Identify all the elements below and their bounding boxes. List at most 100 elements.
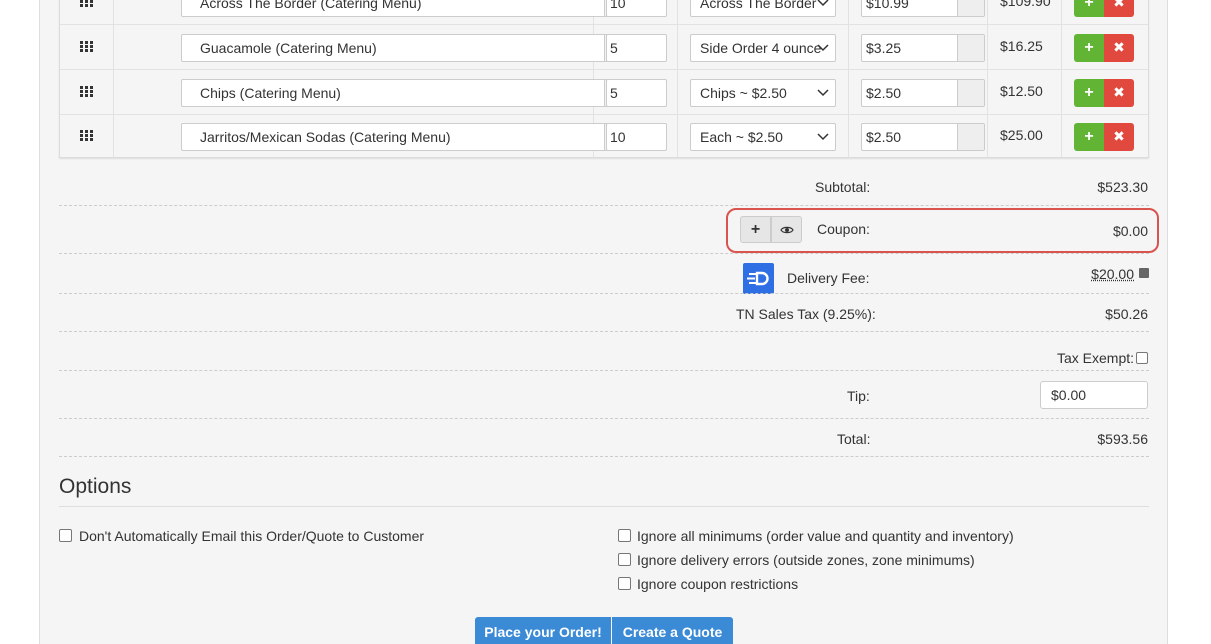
grip-dot [85,86,88,89]
price-addon [957,35,984,61]
grip-dot [80,41,83,44]
chevron-down-icon [817,84,829,100]
divider [59,205,1149,206]
remove-row-button[interactable]: ✖ [1104,123,1134,151]
unit-price-input[interactable]: $2.50 [861,79,985,107]
add-row-button[interactable]: + [1074,123,1104,151]
tax-exempt-label: Tax Exempt: [1057,350,1134,366]
no-email-checkbox[interactable] [59,529,72,542]
total-cell: $109.90 [988,0,1062,24]
ignore-minimums-checkbox[interactable] [618,529,631,542]
drag-cell [60,0,114,24]
grip-dot [80,45,83,48]
option-select-value: Each ~ $2.50 [700,129,783,145]
tax-exempt-checkbox[interactable] [1136,352,1148,364]
delivery-fee-value[interactable]: $20.00 [1091,266,1134,282]
ignore-coupon-label[interactable]: Ignore coupon restrictions [637,576,798,592]
remove-row-button[interactable]: ✖ [1104,0,1134,17]
grip-dot [85,138,88,141]
create-quote-button[interactable]: Create a Quote [612,617,733,644]
view-coupon-button[interactable] [771,216,802,243]
unit-price-value: $10.99 [866,0,909,11]
doordash-logo [743,263,774,294]
total-value: $593.56 [1097,431,1148,447]
grip-dot [85,4,88,7]
option-select[interactable]: Chips ~ $2.50 [690,79,836,107]
grip-dot [85,134,88,137]
unit-price-value: $2.50 [866,129,901,145]
divider [59,418,1149,419]
unit-price-input[interactable]: $2.50 [861,123,985,151]
quantity-input[interactable]: 5 [606,34,667,62]
unit-price-input[interactable]: $3.25 [861,34,985,62]
line-total: $25.00 [1000,127,1043,143]
grip-dot [90,130,93,133]
chevron-down-icon [817,39,829,55]
grip-dot [90,49,93,52]
table-row: Guacamole (Catering Menu) ✖ 5 Side Order… [60,25,1148,70]
ignore-minimums-label[interactable]: Ignore all minimums (order value and qua… [637,528,1014,544]
drag-cell [60,70,114,114]
edit-icon[interactable] [1139,268,1149,278]
eye-icon [780,225,794,235]
item-name-input[interactable]: Jarritos/Mexican Sodas (Catering Menu) [181,123,630,151]
add-row-button[interactable]: + [1074,0,1104,17]
grip-dot [80,134,83,137]
option-cell: Side Order 4 ounce [678,25,849,69]
total-cell: $12.50 [988,70,1062,114]
quantity-input[interactable]: 5 [606,79,667,107]
option-cell: Across The Border [678,0,849,24]
subtotal-label: Subtotal: [815,179,870,195]
option-select-value: Across The Border [700,0,816,11]
quantity-input[interactable]: 10 [606,123,667,151]
grip-dot [80,86,83,89]
subtotal-value: $523.30 [1097,179,1148,195]
total-cell: $16.25 [988,25,1062,69]
total-cell: $25.00 [988,114,1062,158]
sales-tax-label: TN Sales Tax (9.25%): [736,306,876,322]
no-email-label[interactable]: Don't Automatically Email this Order/Quo… [79,528,424,544]
divider [59,456,1149,457]
add-coupon-button[interactable]: + [740,216,771,243]
drag-grid-icon[interactable] [80,130,94,142]
drag-grid-icon[interactable] [80,0,94,8]
divider [59,293,1149,294]
doordash-icon [743,263,774,294]
name-cell: Chips (Catering Menu) ✖ [114,70,594,114]
line-total: $109.90 [1000,0,1051,9]
price-cell: $10.99 [849,0,988,24]
item-name-input[interactable]: Chips (Catering Menu) [181,79,630,107]
plus-icon: + [1084,128,1093,145]
option-cell: Each ~ $2.50 [678,114,849,158]
item-name-input[interactable]: Across The Border (Catering Menu) [181,0,630,17]
ignore-delivery-checkbox[interactable] [618,553,631,566]
price-cell: $3.25 [849,25,988,69]
add-row-button[interactable]: + [1074,79,1104,107]
plus-icon: + [1084,0,1093,11]
quantity-input[interactable]: 10 [606,0,667,17]
remove-row-button[interactable]: ✖ [1104,79,1134,107]
qty-cell: 5 [594,70,678,114]
drag-cell [60,114,114,158]
sales-tax-value: $50.26 [1105,306,1148,322]
ignore-delivery-label[interactable]: Ignore delivery errors (outside zones, z… [637,552,975,568]
unit-price-value: $3.25 [866,40,901,56]
price-cell: $2.50 [849,70,988,114]
grip-dot [80,4,83,7]
option-select[interactable]: Side Order 4 ounce [690,34,836,62]
place-order-button[interactable]: Place your Order! [475,617,611,644]
option-select[interactable]: Each ~ $2.50 [690,123,836,151]
tip-input[interactable]: $0.00 [1040,381,1148,409]
ignore-coupon-checkbox[interactable] [618,577,631,590]
option-select-value: Side Order 4 ounce [700,40,821,56]
add-row-button[interactable]: + [1074,34,1104,62]
drag-grid-icon[interactable] [80,41,94,53]
item-name-input[interactable]: Guacamole (Catering Menu) [181,34,630,62]
unit-price-input[interactable]: $10.99 [861,0,985,17]
chevron-down-icon [817,128,829,144]
option-select[interactable]: Across The Border [690,0,836,17]
chevron-down-icon [817,0,829,10]
divider [59,370,1149,371]
drag-grid-icon[interactable] [80,86,94,98]
remove-row-button[interactable]: ✖ [1104,34,1134,62]
